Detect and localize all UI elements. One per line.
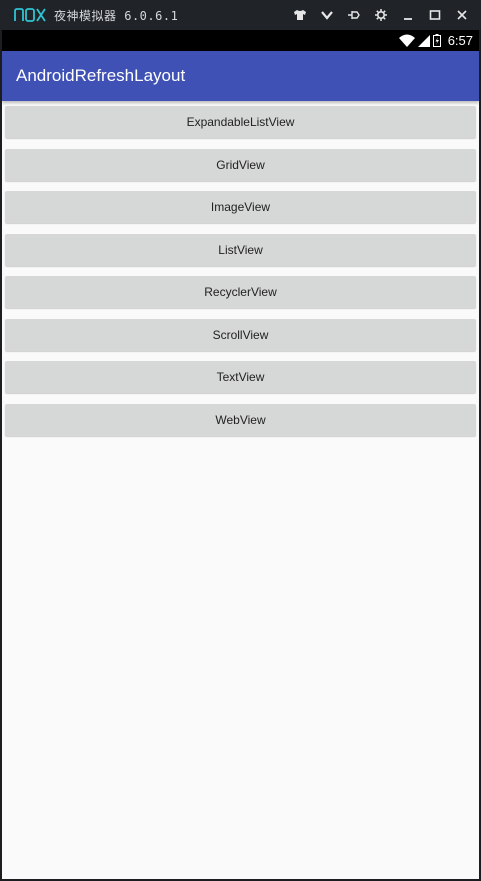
text-view-button[interactable]: TextView xyxy=(5,361,476,393)
app-bar: AndroidRefreshLayout xyxy=(2,51,479,101)
recycler-view-button[interactable]: RecyclerView xyxy=(5,276,476,308)
list-view-button[interactable]: ListView xyxy=(5,233,476,266)
minimize-icon[interactable] xyxy=(394,0,421,30)
image-view-button[interactable]: ImageView xyxy=(5,191,476,223)
expandable-list-view-button[interactable]: ExpandableListView xyxy=(5,106,476,138)
pin-icon[interactable] xyxy=(340,0,367,30)
web-view-button[interactable]: WebView xyxy=(5,403,476,436)
wifi-icon xyxy=(398,34,415,47)
status-bar: 6:57 xyxy=(2,30,479,51)
app-title: AndroidRefreshLayout xyxy=(16,66,186,85)
status-time: 6:57 xyxy=(447,33,473,48)
grid-view-button[interactable]: GridView xyxy=(5,148,476,181)
maximize-icon[interactable] xyxy=(421,0,448,30)
emulator-title: 夜神模拟器 6.0.6.1 xyxy=(54,8,179,23)
shirt-icon[interactable] xyxy=(286,0,313,30)
nox-logo-icon xyxy=(14,7,46,23)
gear-icon[interactable] xyxy=(367,0,394,30)
chevron-down-icon[interactable] xyxy=(313,0,340,30)
phone-screen: 6:57 AndroidRefreshLayout ExpandableList… xyxy=(2,30,479,879)
close-icon[interactable] xyxy=(448,0,475,30)
scroll-view-button[interactable]: ScrollView xyxy=(5,318,476,351)
button-list: ExpandableListView GridView ImageView Li… xyxy=(5,106,476,446)
emulator-controls xyxy=(286,0,475,30)
battery-icon xyxy=(432,34,441,47)
signal-icon xyxy=(417,34,430,47)
emulator-title-bar: 夜神模拟器 6.0.6.1 xyxy=(0,0,481,30)
